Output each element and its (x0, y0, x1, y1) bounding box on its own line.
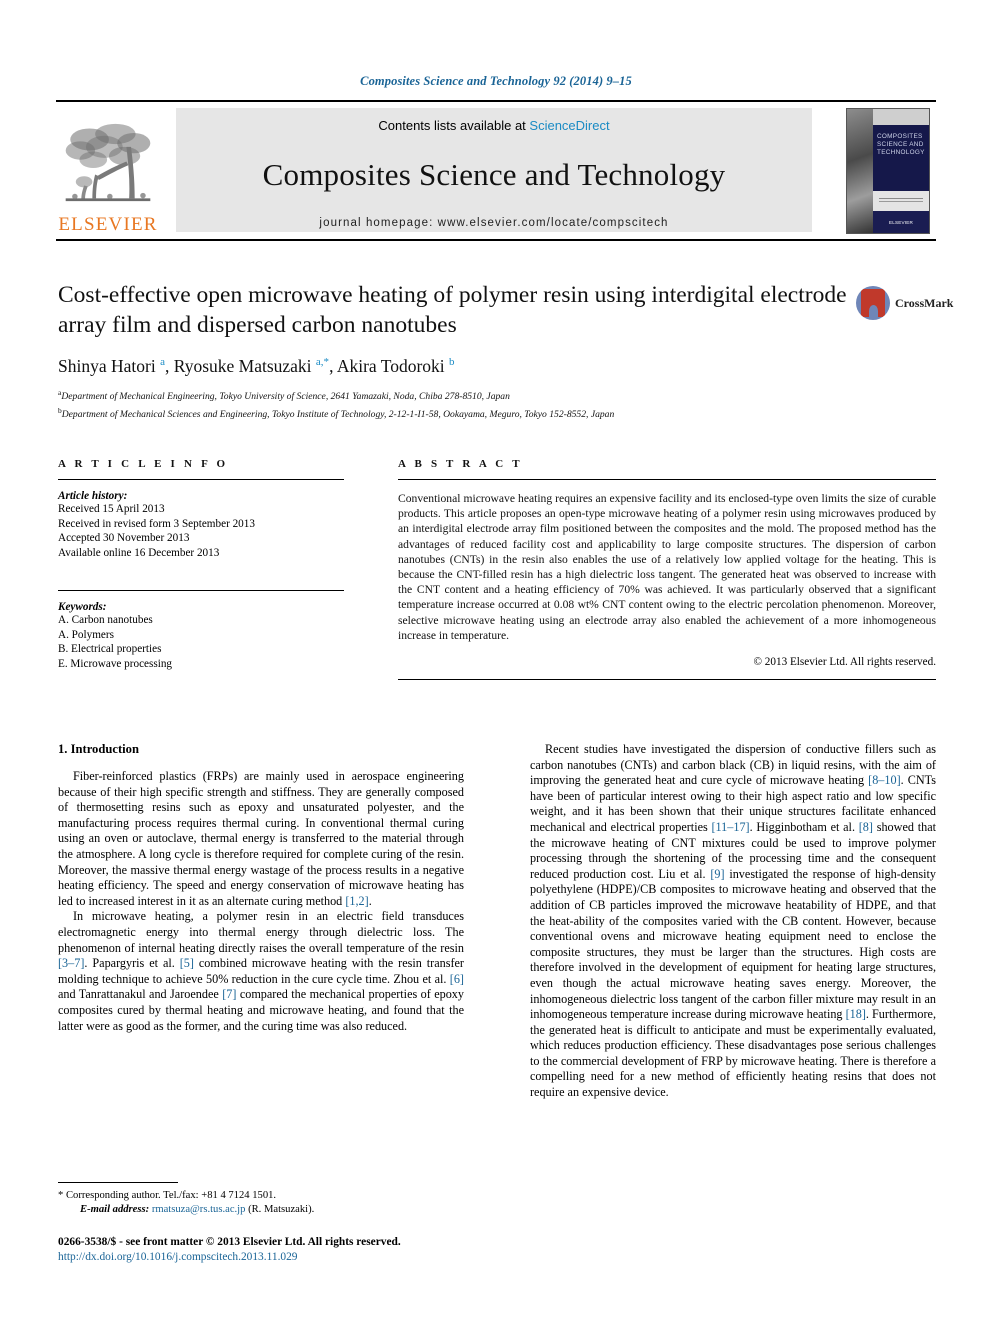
citation-link[interactable]: [8–10] (868, 773, 901, 787)
sciencedirect-link[interactable]: ScienceDirect (529, 118, 609, 133)
citation-link[interactable]: [6] (450, 972, 464, 986)
history-revised: Received in revised form 3 September 201… (58, 517, 255, 530)
citation-link[interactable]: [11–17] (711, 820, 749, 834)
paper-page: Composites Science and Technology 92 (20… (0, 0, 992, 1323)
history-accepted: Accepted 30 November 2013 (58, 532, 190, 544)
article-info-column: A R T I C L E I N F O Article history: R… (58, 458, 344, 671)
email-label: E-mail address: (80, 1204, 150, 1215)
article-history-label: Article history: (58, 490, 128, 502)
keyword-item: A. Polymers (58, 628, 114, 641)
masthead-bottom-rule (56, 239, 936, 241)
crossmark-badge[interactable]: CrossMark (856, 282, 953, 324)
page-title: Cost-effective open microwave heating of… (58, 282, 847, 338)
footer-rule (58, 1182, 178, 1183)
abstract-heading: A B S T R A C T (398, 458, 523, 470)
citation-link[interactable]: [8] (859, 820, 873, 834)
body-columns: 1. Introduction Fiber-reinforced plastic… (58, 742, 936, 1172)
body-left-column: 1. Introduction Fiber-reinforced plastic… (58, 742, 464, 1034)
keywords-rule (58, 590, 344, 591)
corresponding-author-line: * Corresponding author. Tel./fax: +81 4 … (58, 1189, 464, 1203)
journal-masthead: ELSEVIER Contents lists available at Sci… (56, 100, 936, 241)
cover-middle-band (873, 191, 929, 211)
author-list: Shinya Hatori a, Ryosuke Matsuzaki a,*, … (58, 356, 455, 376)
keywords-label: Keywords: (58, 601, 107, 613)
journal-header-box: Contents lists available at ScienceDirec… (176, 108, 812, 232)
keyword-item: E. Microwave processing (58, 657, 173, 670)
keywords-block: Keywords: A. Carbon nanotubes A. Polymer… (58, 590, 344, 671)
keyword-item: A. Carbon nanotubes (58, 614, 153, 626)
history-online: Available online 16 December 2013 (58, 546, 220, 559)
crossmark-label: CrossMark (895, 295, 954, 310)
corresponding-marker: * (58, 1190, 64, 1201)
affiliation-b-text: Department of Mechanical Sciences and En… (61, 409, 615, 421)
doi-link[interactable]: http://dx.doi.org/10.1016/j.compscitech.… (58, 1250, 464, 1265)
paragraph: In microwave heating, a polymer resin in… (58, 909, 464, 1033)
running-head: Composites Science and Technology 92 (20… (360, 74, 632, 88)
cover-footer-band: ELSEVIER (873, 211, 929, 233)
paragraph: Recent studies have investigated the dis… (530, 742, 936, 1100)
journal-title: Composites Science and Technology (262, 157, 726, 192)
abstract-rule (398, 479, 936, 480)
history-received: Received 15 April 2013 (58, 503, 165, 515)
article-info-rule (58, 479, 344, 480)
crossmark-icon (856, 286, 890, 320)
cover-title: COMPOSITES SCIENCE AND TECHNOLOGY (873, 125, 929, 191)
journal-homepage-link[interactable]: journal homepage: www.elsevier.com/locat… (319, 217, 668, 229)
citation-link[interactable]: [18] (846, 1007, 866, 1021)
contents-prefix: Contents lists available at (378, 118, 530, 133)
keyword-item: B. Electrical properties (58, 643, 162, 655)
issn-block: 0266-3538/$ - see front matter © 2013 El… (58, 1235, 464, 1265)
section-title-introduction: 1. Introduction (58, 742, 139, 756)
citation-link[interactable]: [7] (222, 987, 236, 1001)
journal-cover-thumbnail: COMPOSITES SCIENCE AND TECHNOLOGY ELSEVI… (846, 108, 930, 234)
paragraph: Fiber-reinforced plastics (FRPs) are mai… (58, 769, 464, 908)
article-info-heading: A R T I C L E I N F O (58, 458, 229, 470)
elsevier-tree-icon (65, 123, 151, 202)
page-footer: * Corresponding author. Tel./fax: +81 4 … (58, 1182, 464, 1265)
contents-available-line: Contents lists available at ScienceDirec… (378, 118, 609, 133)
affiliation-a: aDepartment of Mechanical Engineering, T… (58, 386, 848, 403)
corresponding-author-text: Corresponding author. Tel./fax: +81 4 71… (65, 1190, 277, 1201)
elsevier-logo: ELSEVIER (56, 106, 160, 234)
email-line: E-mail address: rmatsuza@rs.tus.ac.jp (R… (58, 1203, 464, 1217)
email-owner: (R. Matsuzaki). (248, 1204, 315, 1215)
cover-footer-label: ELSEVIER (888, 220, 914, 225)
citation-link[interactable]: [3–7] (58, 956, 84, 970)
crossmark-notch (869, 305, 878, 317)
elsevier-wordmark: ELSEVIER (58, 214, 158, 235)
abstract-bottom-rule (398, 679, 936, 681)
email-link[interactable]: rmatsuza@rs.tus.ac.jp (152, 1204, 246, 1215)
body-right-column: Recent studies have investigated the dis… (530, 742, 936, 1101)
citation-link[interactable]: [1,2] (345, 894, 368, 908)
copyright-line: © 2013 Elsevier Ltd. All rights reserved… (753, 656, 937, 669)
citation-link[interactable]: [9] (710, 867, 724, 881)
cover-text-lines (879, 198, 923, 199)
affiliation-a-text: Department of Mechanical Engineering, To… (61, 391, 510, 403)
abstract-column: A B S T R A C T Conventional microwave h… (398, 458, 937, 681)
citation-link[interactable]: [5] (180, 956, 194, 970)
cover-photo (847, 109, 873, 233)
masthead-top-rule (56, 100, 936, 102)
affiliation-b: bDepartment of Mechanical Sciences and E… (58, 404, 848, 421)
issn-line: 0266-3538/$ - see front matter © 2013 El… (58, 1236, 401, 1248)
abstract-text: Conventional microwave heating requires … (398, 492, 936, 642)
title-block: Cost-effective open microwave heating of… (58, 280, 848, 421)
